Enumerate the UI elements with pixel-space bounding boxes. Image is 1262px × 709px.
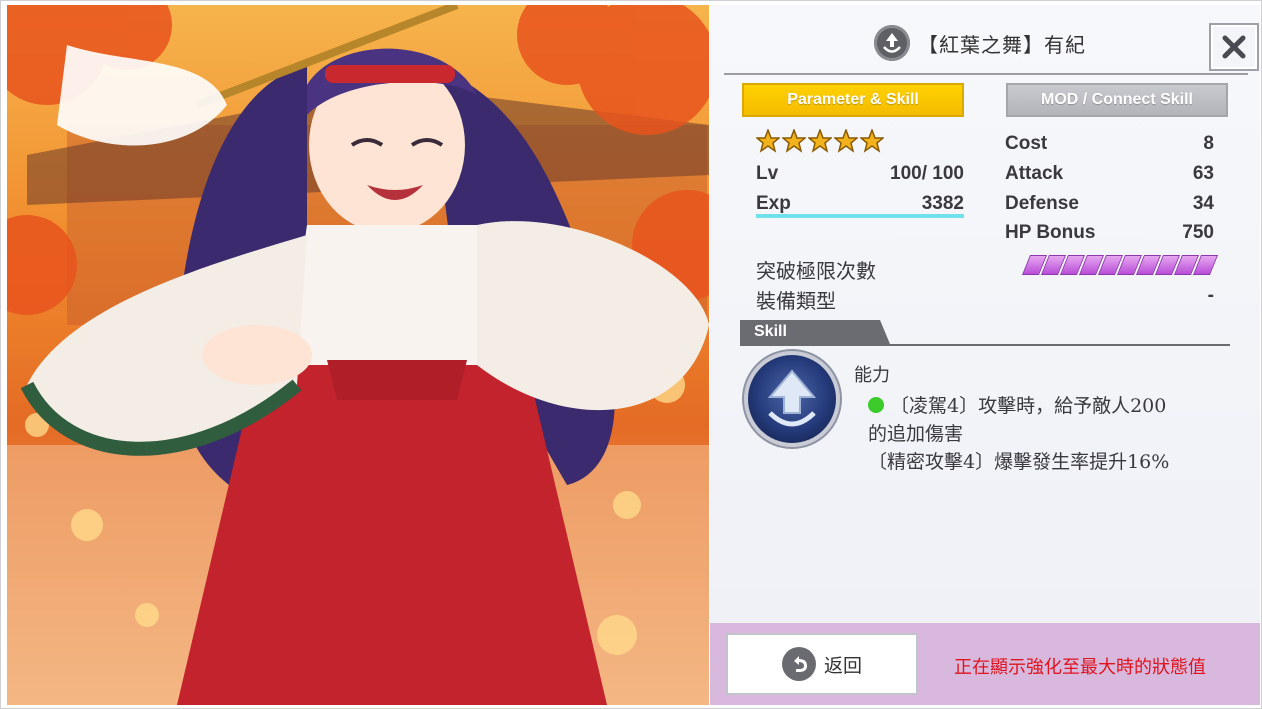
star-icon — [834, 129, 858, 153]
skill-effect-line-2: 的追加傷害 — [868, 423, 964, 445]
artwork-illustration — [7, 5, 709, 705]
limit-break-label: 突破極限次數 — [756, 259, 876, 283]
return-arrow-icon — [781, 647, 816, 681]
exp-label: Exp — [756, 193, 791, 214]
hp-bonus-value: 750 — [1182, 222, 1214, 243]
defense-value: 34 — [1192, 193, 1214, 214]
info-panel: 【紅葉之舞】有紀 Parameter & Skill MOD / Connect… — [710, 5, 1260, 705]
upward-arrow-icon — [748, 355, 836, 443]
tab-mod-connect-skill[interactable]: MOD / Connect Skill — [1006, 83, 1228, 117]
skill-tag: Skill — [740, 320, 890, 344]
cost-label: Cost — [1005, 133, 1048, 154]
rarity-stars — [756, 129, 884, 153]
star-icon — [782, 129, 806, 153]
title-bar: 【紅葉之舞】有紀 — [724, 15, 1259, 75]
star-icon — [808, 129, 832, 153]
exp-value: 3382 — [921, 193, 964, 214]
close-icon — [1222, 35, 1246, 59]
equip-type-value: - — [1207, 285, 1214, 306]
close-button[interactable] — [1209, 23, 1259, 71]
tab-parameter-skill[interactable]: Parameter & Skill — [742, 83, 964, 117]
limit-break-gauge — [1021, 255, 1219, 277]
lv-label: Lv — [756, 163, 779, 184]
star-icon — [860, 129, 884, 153]
defense-label: Defense — [1005, 193, 1079, 214]
exp-bar — [756, 214, 964, 218]
attribute-icon — [874, 25, 910, 61]
footer-bar: 返回 正在顯示強化至最大時的狀態值 — [710, 623, 1260, 705]
back-button[interactable]: 返回 — [726, 633, 918, 695]
skill-effect-line-3: 〔精密攻擊4〕爆擊發生率提升16% — [868, 451, 1170, 473]
back-label: 返回 — [823, 654, 862, 677]
green-dot-icon — [868, 397, 884, 413]
hp-bonus-label: HP Bonus — [1005, 222, 1096, 243]
equip-type-label: 裝備類型 — [756, 289, 836, 313]
star-icon — [756, 129, 780, 153]
cost-value: 8 — [1203, 133, 1214, 154]
character-artwork — [7, 5, 709, 705]
skill-effect-text-1: 〔凌駕4〕攻擊時，給予敵人200 — [890, 395, 1167, 417]
skill-section-header: Skill — [740, 320, 1230, 346]
card-detail-window: 【紅葉之舞】有紀 Parameter & Skill MOD / Connect… — [0, 0, 1262, 709]
lv-value: 100/ 100 — [890, 163, 964, 184]
max-status-notice: 正在顯示強化至最大時的狀態值 — [954, 657, 1206, 678]
skill-effect-line-1: 〔凌駕4〕攻擊時，給予敵人200 — [868, 391, 1166, 418]
attack-value: 63 — [1192, 163, 1214, 184]
skill-name: 能力 — [854, 365, 890, 386]
card-title: 【紅葉之舞】有紀 — [918, 33, 1086, 57]
attack-label: Attack — [1005, 163, 1064, 184]
